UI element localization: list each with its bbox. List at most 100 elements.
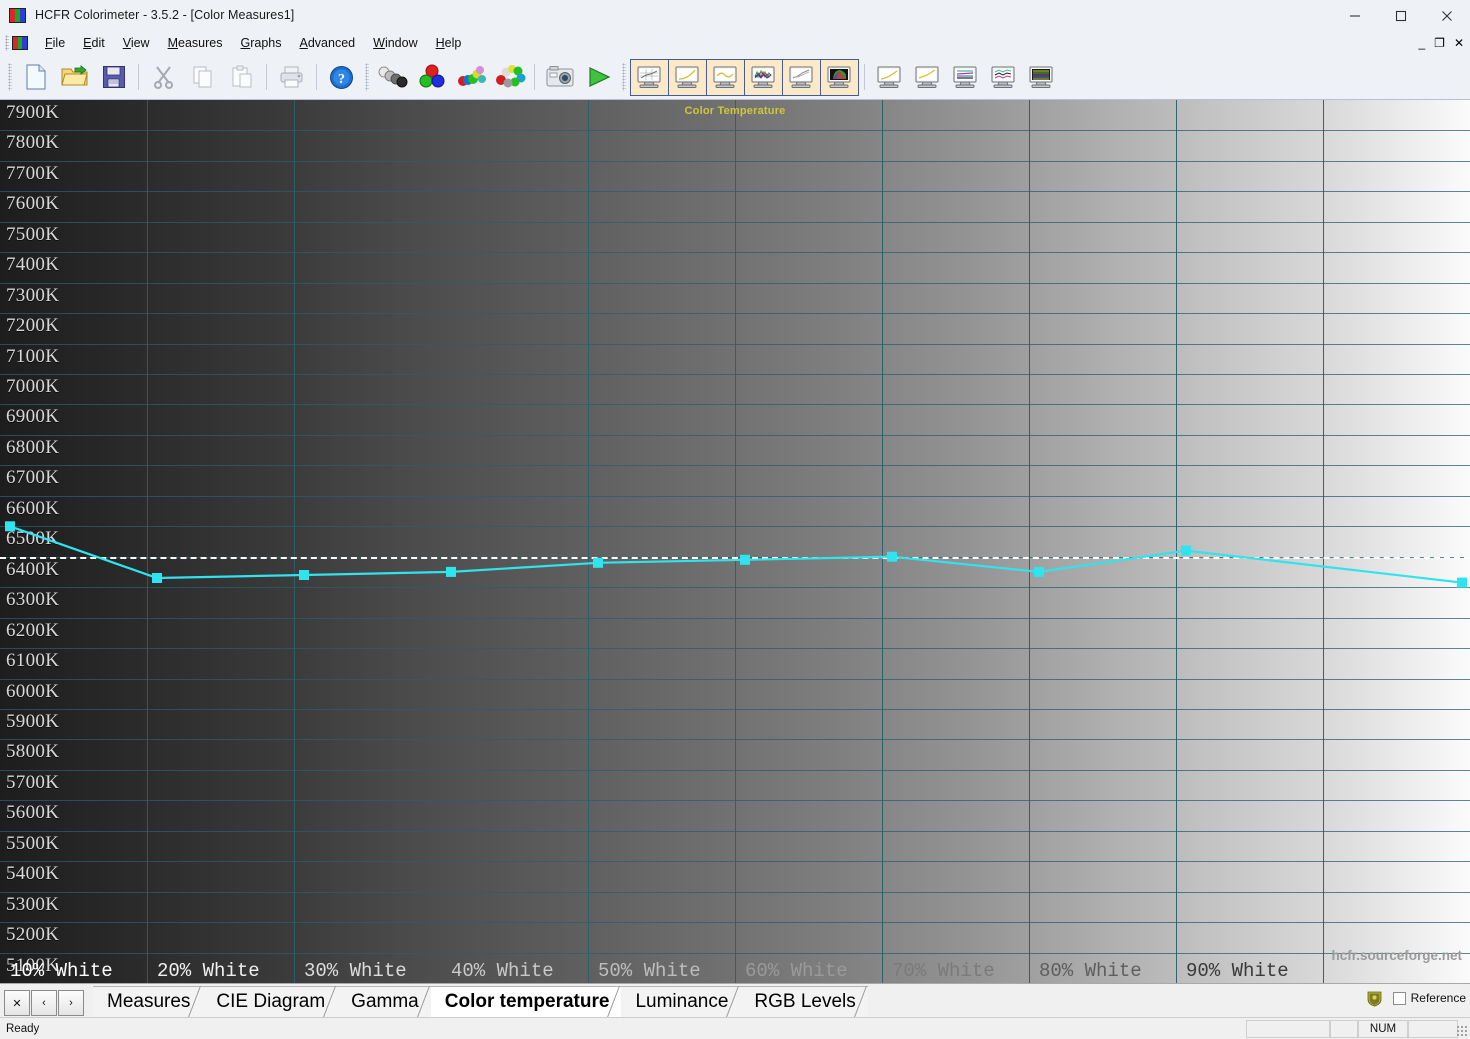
toolbar-grip-handle-3[interactable] [622, 63, 626, 91]
menu-label-measures-rest: easures [178, 36, 223, 50]
tab-color-temperature[interactable]: Color temperature [430, 986, 622, 1017]
status-pane-1 [1246, 1020, 1330, 1038]
svg-text:?: ? [338, 72, 345, 87]
tab-label: Measures [107, 991, 191, 1012]
graph-luminance-icon[interactable] [782, 58, 821, 96]
graph-levels-a-icon[interactable] [946, 59, 985, 96]
tab-close-button[interactable]: ✕ [4, 990, 30, 1016]
tab-label: CIE Diagram [216, 991, 326, 1012]
menu-item-measures[interactable]: Measures [159, 34, 232, 52]
menu-bar: File Edit View Measures Graphs Advanced … [0, 31, 1470, 55]
series-marker [299, 570, 309, 580]
graph-gamma-icon[interactable] [668, 58, 707, 96]
graph-color-temp-icon[interactable] [706, 58, 745, 96]
graph-levels-b-icon[interactable] [984, 59, 1023, 96]
menu-item-help[interactable]: Help [427, 34, 471, 52]
menu-label-edit-rest: dit [91, 36, 105, 50]
tab-gamma[interactable]: Gamma [337, 986, 431, 1017]
graph-curve-b-icon[interactable] [908, 59, 947, 96]
mdi-minimize-button[interactable]: _ [1418, 37, 1425, 49]
tab-label: Color temperature [444, 991, 610, 1012]
saturations-icon[interactable] [451, 59, 490, 96]
graph-curve-a-icon[interactable] [870, 59, 909, 96]
cut-scissors-icon [144, 59, 183, 96]
reference-checkbox-box[interactable] [1392, 991, 1406, 1005]
menu-label-file-rest: ile [52, 36, 66, 50]
tab-prev-button[interactable]: ‹ [31, 990, 57, 1016]
mdi-close-button[interactable]: ✕ [1454, 37, 1464, 49]
menu-item-file[interactable]: File [36, 34, 74, 52]
toolbar-grip-handle-2[interactable] [365, 63, 369, 91]
mdi-child-controls: _ ❐ ✕ [1418, 31, 1464, 55]
print-icon [272, 59, 311, 96]
menu-item-advanced[interactable]: Advanced [291, 34, 365, 52]
paste-icon [222, 59, 261, 96]
tab-luminance[interactable]: Luminance [621, 986, 741, 1017]
toolbar-separator-1 [138, 64, 139, 90]
x-axis-tick-label: 50% White [598, 960, 701, 982]
status-message: Ready [6, 1022, 40, 1035]
status-pane-2 [1330, 1020, 1358, 1038]
full-measures-icon[interactable] [490, 59, 529, 96]
series-marker [5, 521, 15, 532]
color-temperature-series [5, 521, 1467, 588]
menu-label-graphs-rest: raphs [250, 36, 282, 50]
series-line [9, 525, 1463, 584]
x-axis-tick-label: 40% White [451, 960, 554, 982]
graph-buttons-group [630, 58, 859, 96]
tab-label: RGB Levels [754, 991, 856, 1012]
help-question-icon[interactable]: ? [322, 59, 361, 96]
menu-item-window[interactable]: Window [364, 34, 426, 52]
reference-checkbox[interactable]: Reference [1392, 991, 1466, 1005]
tab-measures[interactable]: Measures [93, 986, 203, 1017]
minimize-button[interactable] [1332, 0, 1378, 31]
maximize-button[interactable] [1378, 0, 1424, 31]
tab-rgb-levels[interactable]: RGB Levels [740, 986, 868, 1017]
application-window: HCFR Colorimeter - 3.5.2 - [Color Measur… [0, 0, 1470, 1039]
tab-bar-right-controls: Reference [1366, 985, 1466, 1011]
menu-item-view[interactable]: View [114, 34, 159, 52]
graph-measures-icon[interactable] [630, 58, 669, 96]
camera-icon[interactable] [540, 59, 579, 96]
chart-watermark: hcfr.sourceforge.net [1331, 948, 1462, 963]
window-controls [1332, 0, 1470, 31]
toolbar-separator-4 [534, 64, 535, 90]
tab-label: Gamma [351, 991, 419, 1012]
open-folder-icon[interactable] [55, 59, 94, 96]
run-play-icon[interactable] [579, 59, 618, 96]
menu-item-graphs[interactable]: Graphs [232, 34, 291, 52]
status-panes: NUM [1246, 1020, 1458, 1038]
save-disk-icon[interactable] [94, 59, 133, 96]
x-axis-tick-label: 80% White [1039, 960, 1142, 982]
new-document-icon[interactable] [16, 59, 55, 96]
menu-grip-handle[interactable] [5, 35, 9, 51]
tab-next-button[interactable]: › [58, 990, 84, 1016]
color-temperature-chart[interactable]: 7900K 7800K 7700K 7600K 7500K 7400K 7300K 7200K… [0, 100, 1470, 983]
menu-item-edit[interactable]: Edit [74, 34, 114, 52]
mdi-restore-button[interactable]: ❐ [1434, 37, 1445, 49]
primary-colors-icon[interactable] [412, 59, 451, 96]
x-axis-tick-label: 20% White [157, 960, 260, 982]
tab-cie-diagram[interactable]: CIE Diagram [202, 986, 338, 1017]
x-axis-tick-label: 70% White [892, 960, 995, 982]
x-axis-tick-label: 60% White [745, 960, 848, 982]
x-axis-tick-label: 30% White [304, 960, 407, 982]
tab-bar: ✕ ‹ › Measures CIE Diagram Gamma Color temp… [0, 983, 1470, 1017]
menu-label-window-rest: indow [384, 36, 418, 50]
close-button[interactable] [1424, 0, 1470, 31]
series-marker [1034, 566, 1044, 577]
series-marker [446, 566, 456, 577]
menu-logo-icon [12, 36, 28, 50]
toolbar-grip-handle[interactable] [8, 63, 12, 91]
menu-label-advanced-rest: dvanced [307, 36, 356, 50]
reference-checkbox-label: Reference [1410, 991, 1466, 1005]
graph-levels-c-icon[interactable] [1022, 59, 1061, 96]
graph-rgb-levels-icon[interactable] [744, 58, 783, 96]
grayscale-measure-icon[interactable] [373, 59, 412, 96]
tab-label: Luminance [635, 991, 729, 1012]
series-marker [1457, 577, 1467, 588]
resize-grip[interactable] [1456, 1025, 1468, 1037]
graph-cie-diagram-icon[interactable] [820, 58, 859, 96]
series-marker [1181, 545, 1191, 556]
series-marker [740, 554, 750, 565]
